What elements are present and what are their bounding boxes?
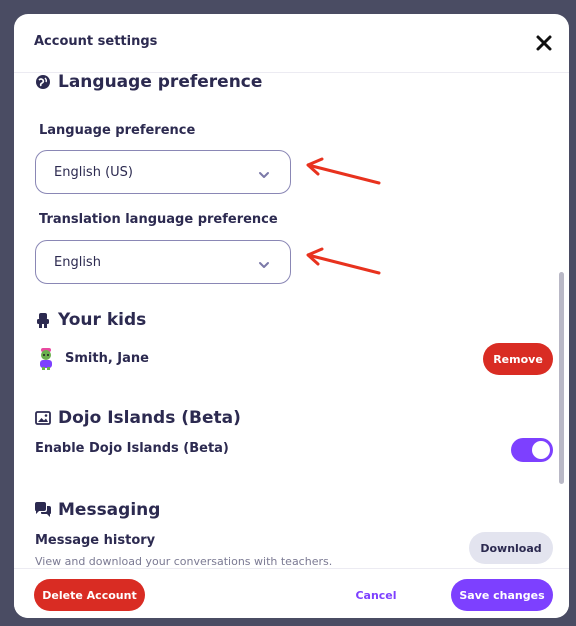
modal-footer: Delete Account Cancel Save changes <box>14 568 569 618</box>
settings-scroll-area[interactable]: Language preference Language preference … <box>14 72 569 568</box>
annotation-arrow-icon <box>306 247 381 275</box>
language-select-value: English (US) <box>54 165 133 180</box>
translation-label: Translation language preference <box>39 212 278 227</box>
image-icon <box>34 409 52 427</box>
islands-section-heading: Dojo Islands (Beta) <box>34 408 241 428</box>
messaging-section-title: Messaging <box>58 500 161 520</box>
language-select[interactable]: English (US) <box>35 150 291 194</box>
islands-toggle[interactable] <box>511 438 553 462</box>
close-icon[interactable] <box>533 32 555 54</box>
kid-name: Smith, Jane <box>65 351 149 366</box>
toggle-knob <box>532 441 550 459</box>
language-section-title: Language preference <box>58 72 263 92</box>
message-history-description: View and download your conversations wit… <box>35 555 333 568</box>
save-changes-button[interactable]: Save changes <box>451 579 553 611</box>
remove-kid-button[interactable]: Remove <box>483 343 553 375</box>
language-section-heading: Language preference <box>34 72 262 92</box>
chevron-down-icon <box>258 166 270 178</box>
account-settings-modal: Account settings Language preference Lan… <box>14 14 569 618</box>
language-label: Language preference <box>39 123 196 138</box>
islands-section-title: Dojo Islands (Beta) <box>58 408 241 428</box>
modal-title: Account settings <box>34 34 158 49</box>
cancel-button[interactable]: Cancel <box>346 579 406 611</box>
modal-header: Account settings <box>14 14 569 73</box>
kid-icon <box>34 311 52 329</box>
messaging-section-heading: Messaging <box>34 500 160 520</box>
islands-toggle-label: Enable Dojo Islands (Beta) <box>35 441 229 456</box>
chevron-down-icon <box>258 256 270 268</box>
message-history-label: Message history <box>35 533 156 548</box>
kids-section-title: Your kids <box>58 310 147 330</box>
kid-avatar <box>38 348 54 370</box>
annotation-arrow-icon <box>306 157 381 185</box>
download-button[interactable]: Download <box>469 532 553 564</box>
kids-section-heading: Your kids <box>34 310 146 330</box>
globe-icon <box>34 73 52 91</box>
delete-account-button[interactable]: Delete Account <box>34 579 145 611</box>
scrollbar-thumb[interactable] <box>559 272 564 484</box>
translation-select-value: English <box>54 255 101 270</box>
chat-icon <box>34 501 52 519</box>
translation-select[interactable]: English <box>35 240 291 284</box>
